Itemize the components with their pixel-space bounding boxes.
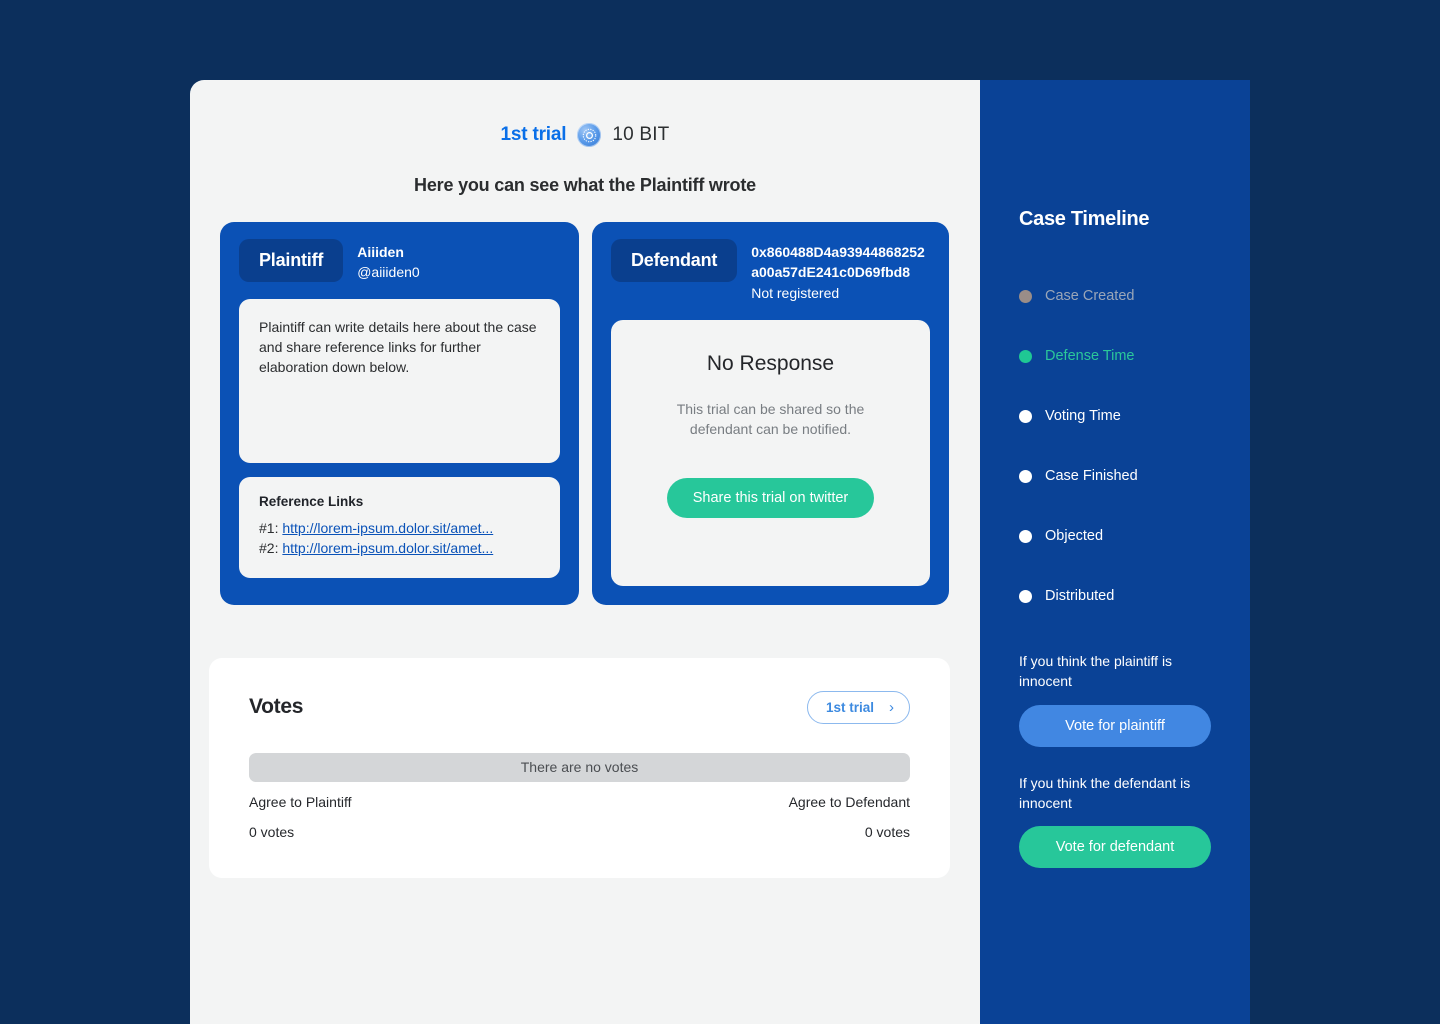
no-response-title: No Response [706,351,835,375]
trial-selector-label: 1st trial [825,699,874,715]
chevron-right-icon: › [889,698,894,716]
trial-header: 1st trial 10 BIT [190,80,980,147]
reference-link-url[interactable]: http://lorem-ipsum.dolor.sit/amet... [282,520,493,536]
vote-legend-plaintiff: Agree to Plaintiff 0 votes [249,794,351,840]
share-on-twitter-button[interactable]: Share this trial on twitter [666,478,875,519]
list-item: #1: http://lorem-ipsum.dolor.sit/amet... [259,520,540,536]
vote-defendant-block: If you think the defendant is innocent V… [1019,773,1211,869]
plaintiff-header: Plaintiff Aiiiden @aiiiden0 [239,239,560,283]
vote-legend-plaintiff-label: Agree to Plaintiff [249,793,352,810]
timeline-label: Distributed [1045,588,1115,604]
no-response-panel: No Response This trial can be shared so … [611,319,930,586]
vote-legend: Agree to Plaintiff 0 votes Agree to Defe… [249,794,910,840]
vote-progress-bar: There are no votes [249,752,910,782]
timeline-label: Objected [1045,528,1104,544]
timeline-label: Case Finished [1045,468,1138,484]
vote-empty-text: There are no votes [520,759,639,776]
vote-legend-defendant-count: 0 votes [864,823,910,840]
defendant-address: 0x860488D4a93944868252a00a57dE241c0D69fb… [751,244,925,280]
vote-legend-defendant: Agree to Defendant 0 votes [789,794,910,840]
timeline-item-case-finished[interactable]: Case Finished [1019,446,1211,506]
plaintiff-handle: @aiiiden0 [357,263,420,280]
timeline-label: Case Created [1045,288,1135,304]
timeline-label: Voting Time [1045,408,1121,424]
reference-link-url[interactable]: http://lorem-ipsum.dolor.sit/amet... [282,540,493,556]
defendant-identity: 0x860488D4a93944868252a00a57dE241c0D69fb… [751,239,930,304]
defendant-registration-status: Not registered [751,284,840,301]
no-response-body: This trial can be shared so the defendan… [676,400,865,437]
timeline-dot-icon [1019,529,1032,543]
timeline-dot-icon [1019,589,1032,603]
timeline-item-voting-time[interactable]: Voting Time [1019,386,1211,446]
defendant-card: Defendant 0x860488D4a93944868252a00a57dE… [592,222,949,605]
timeline-dot-icon [1019,289,1032,303]
defendant-badge: Defendant [611,239,738,282]
plaintiff-card: Plaintiff Aiiiden @aiiiden0 Plaintiff ca… [220,222,579,605]
timeline-item-distributed[interactable]: Distributed [1019,566,1211,626]
plaintiff-name: Aiiiden [357,244,404,260]
reference-links-card: Reference Links #1: http://lorem-ipsum.d… [239,476,560,578]
votes-header: Votes 1st trial › [249,690,910,724]
reference-link-index: #2: [259,539,279,556]
vote-plaintiff-block: If you think the plaintiff is innocent V… [1019,651,1211,747]
case-timeline-sidebar: Case Timeline Case Created Defense Time … [980,80,1250,1024]
vote-defendant-hint: If you think the defendant is innocent [1019,774,1191,811]
plaintiff-identity: Aiiiden @aiiiden0 [357,239,419,283]
plaintiff-statement: Plaintiff can write details here about t… [239,298,560,463]
party-cards-row: Plaintiff Aiiiden @aiiiden0 Plaintiff ca… [190,222,980,605]
vote-for-defendant-button[interactable]: Vote for defendant [1019,826,1211,869]
votes-title: Votes [249,695,304,719]
reference-link-index: #1: [259,519,279,536]
reference-links-title: Reference Links [259,493,364,509]
vote-legend-plaintiff-count: 0 votes [249,823,295,840]
case-timeline-title: Case Timeline [1019,208,1150,230]
defendant-header: Defendant 0x860488D4a93944868252a00a57dE… [611,239,930,304]
page-title: Here you can see what the Plaintiff wrot… [414,175,756,195]
trial-number-label: 1st trial [500,124,567,145]
timeline-item-case-created[interactable]: Case Created [1019,266,1211,326]
vote-for-plaintiff-button[interactable]: Vote for plaintiff [1019,704,1211,747]
plaintiff-badge: Plaintiff [239,239,344,282]
vote-legend-defendant-label: Agree to Defendant [788,793,910,810]
trial-selector-button[interactable]: 1st trial › [806,690,910,724]
vote-plaintiff-hint: If you think the plaintiff is innocent [1019,653,1173,690]
list-item: #2: http://lorem-ipsum.dolor.sit/amet... [259,540,540,556]
app-window: 1st trial 10 BIT Here you can see what t… [190,80,1250,1024]
timeline-dot-icon [1019,349,1032,363]
bit-token-icon [577,123,602,147]
timeline-item-objected[interactable]: Objected [1019,506,1211,566]
timeline-dot-icon [1019,409,1032,423]
timeline-dot-icon [1019,469,1032,483]
timeline-item-defense-time[interactable]: Defense Time [1019,326,1211,386]
votes-card: Votes 1st trial › There are no votes Agr… [209,657,950,878]
timeline-label: Defense Time [1045,348,1135,364]
main-content: 1st trial 10 BIT Here you can see what t… [190,80,980,1024]
bit-amount-label: 10 BIT [612,124,670,145]
